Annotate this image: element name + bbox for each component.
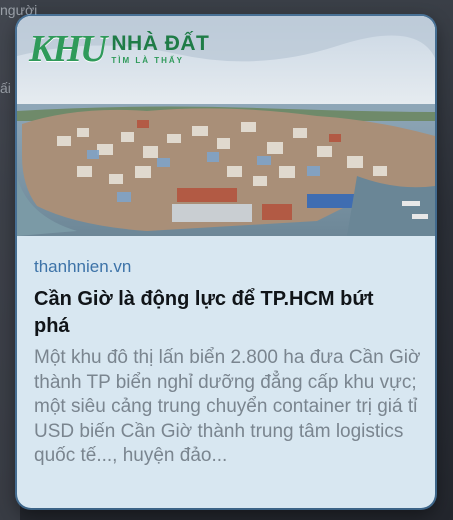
logo-name: NHÀ ĐẤT [111,32,210,55]
logo-mark: KHU [29,28,107,70]
logo-tagline: TÌM LÀ THẤY [111,56,185,65]
source-domain[interactable]: thanhnien.vn [34,257,131,277]
background-text-left: ấi [0,80,11,96]
article-description: Một khu đô thị lấn biển 2.800 ha đưa Cần… [34,347,421,466]
khu-nha-dat-logo: KHU NHÀ ĐẤT TÌM LÀ THẤY [29,30,209,68]
link-preview-card[interactable]: KHU NHÀ ĐẤT TÌM LÀ THẤY thanhnien.vn Cần… [17,16,435,508]
article-title[interactable]: Cần Giờ là động lực để TP.HCM bứt phá [34,286,414,340]
